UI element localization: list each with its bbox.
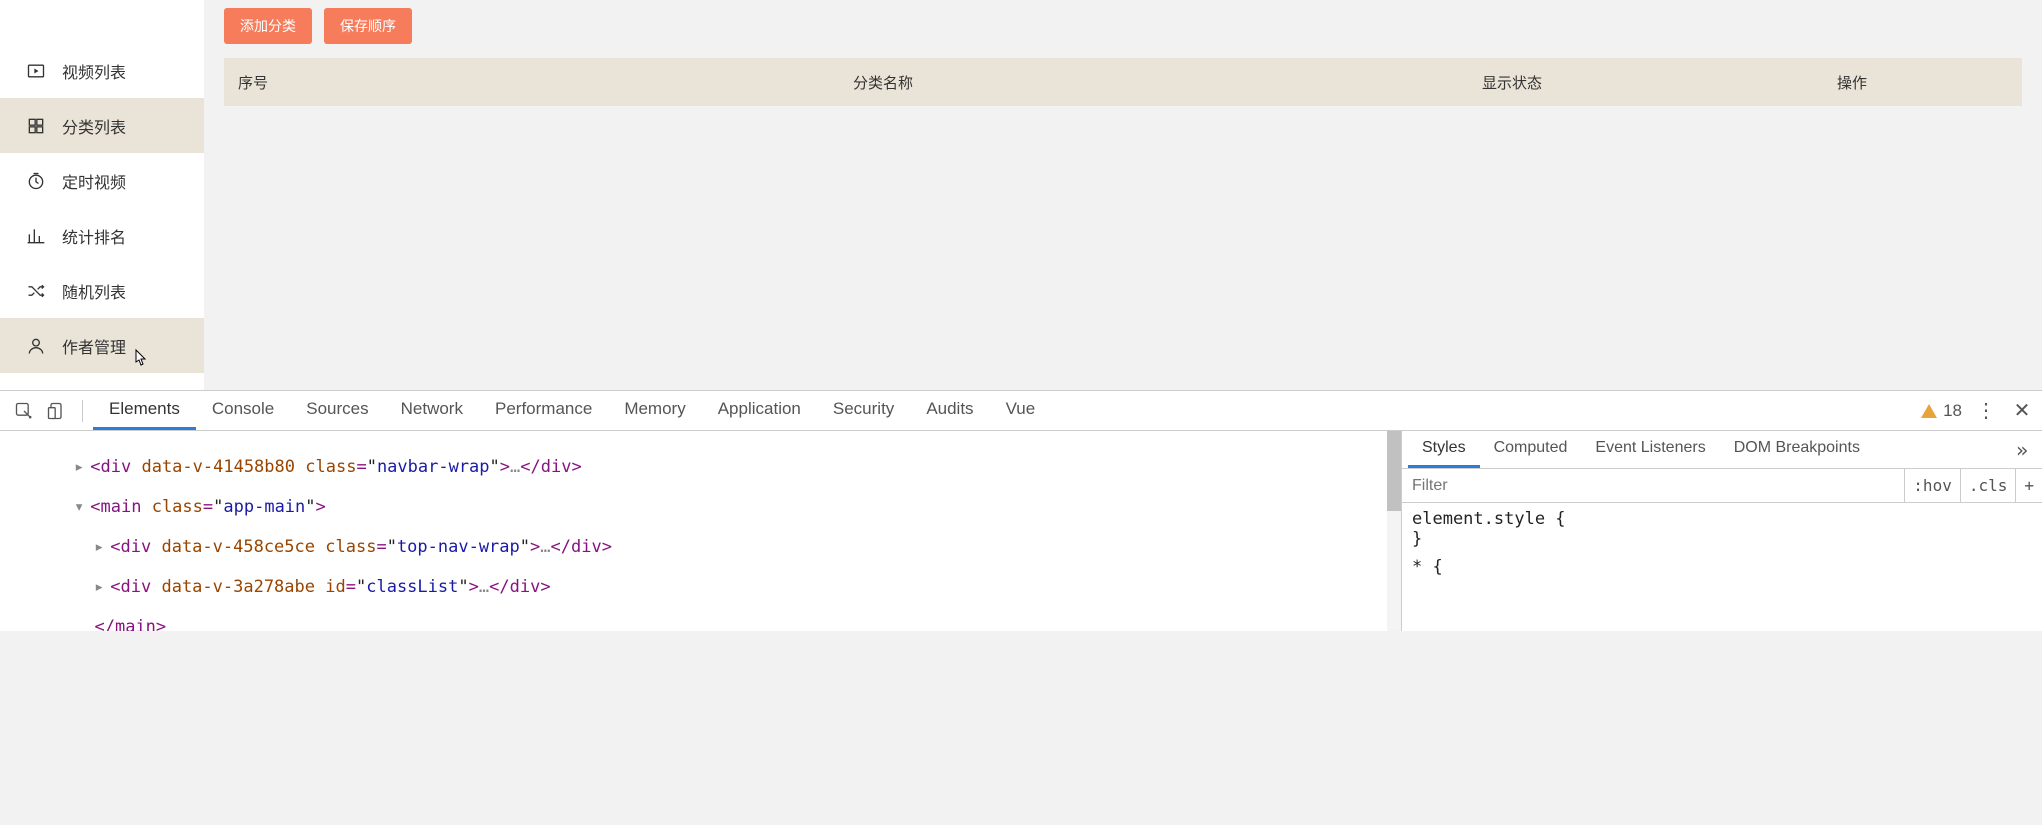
attr: data-v-41458b80 xyxy=(141,457,295,477)
elements-tree[interactable]: <div data-v-41458b80 class="navbar-wrap"… xyxy=(0,431,1402,631)
sidebar-item-label: 作者管理 xyxy=(62,334,126,358)
ellipsis: … xyxy=(510,457,520,477)
sidebar-item-timed-video[interactable]: 定时视频 xyxy=(0,153,204,208)
tab-sources[interactable]: Sources xyxy=(290,391,384,430)
attr-val: top-nav-wrap xyxy=(397,537,520,557)
styles-filter-row: :hov .cls + xyxy=(1402,469,2042,503)
save-order-button[interactable]: 保存顺序 xyxy=(324,8,412,44)
sidebar-item-label: 定时视频 xyxy=(62,169,126,193)
app-root: 视频列表 分类列表 定时视频 统计排名 随机列表 xyxy=(0,0,2042,390)
subtab-computed[interactable]: Computed xyxy=(1480,431,1582,468)
devtools-close-icon[interactable]: ✕ xyxy=(2010,399,2034,423)
separator xyxy=(82,400,83,422)
tab-security[interactable]: Security xyxy=(817,391,910,430)
th-action: 操作 xyxy=(1682,72,2022,93)
th-status: 显示状态 xyxy=(1342,72,1682,93)
th-index: 序号 xyxy=(224,72,424,93)
ellipsis: … xyxy=(540,537,550,557)
ellipsis: … xyxy=(479,577,489,597)
warning-icon xyxy=(1921,404,1937,418)
tab-elements[interactable]: Elements xyxy=(93,391,196,430)
tab-audits[interactable]: Audits xyxy=(910,391,989,430)
styles-tabs: Styles Computed Event Listeners DOM Brea… xyxy=(1402,431,2042,469)
grid-icon xyxy=(26,116,46,136)
attr-val: classList xyxy=(366,577,458,597)
styles-filter-input[interactable] xyxy=(1402,477,1904,495)
hov-toggle[interactable]: :hov xyxy=(1904,469,1960,502)
attr-val: navbar-wrap xyxy=(377,457,490,477)
table-header-row: 序号 分类名称 显示状态 操作 xyxy=(224,58,2022,106)
style-line: } xyxy=(1412,529,2032,549)
sidebar-item-statistics[interactable]: 统计排名 xyxy=(0,208,204,263)
tab-memory[interactable]: Memory xyxy=(608,391,701,430)
sidebar: 视频列表 分类列表 定时视频 统计排名 随机列表 xyxy=(0,0,204,390)
devtools-tabs: Elements Console Sources Network Perform… xyxy=(0,391,2042,431)
sidebar-item-label: 统计排名 xyxy=(62,224,126,248)
attr-val: app-main xyxy=(223,497,305,517)
user-icon xyxy=(26,336,46,356)
tab-vue[interactable]: Vue xyxy=(990,391,1052,430)
sidebar-item-random-list[interactable]: 随机列表 xyxy=(0,263,204,318)
attr: data-v-3a278abe xyxy=(161,577,315,597)
styles-more-icon[interactable]: » xyxy=(2008,438,2036,462)
devtools-body: <div data-v-41458b80 class="navbar-wrap"… xyxy=(0,431,2042,631)
shuffle-icon xyxy=(26,281,46,301)
cls-toggle[interactable]: .cls xyxy=(1960,469,2016,502)
tab-console[interactable]: Console xyxy=(196,391,290,430)
play-icon xyxy=(26,61,46,81)
clock-icon xyxy=(26,171,46,191)
subtab-styles[interactable]: Styles xyxy=(1408,431,1480,468)
device-toggle-icon[interactable] xyxy=(40,395,72,427)
sidebar-item-category-list[interactable]: 分类列表 xyxy=(0,98,204,153)
chart-icon xyxy=(26,226,46,246)
tab-network[interactable]: Network xyxy=(385,391,479,430)
attr: data-v-458ce5ce xyxy=(161,537,315,557)
new-style-button[interactable]: + xyxy=(2015,469,2042,502)
sidebar-item-label: 视频列表 xyxy=(62,59,126,83)
main-content: 添加分类 保存顺序 序号 分类名称 显示状态 操作 xyxy=(204,0,2042,390)
toolbar: 添加分类 保存顺序 xyxy=(224,0,2022,58)
devtools-more-icon[interactable]: ⋮ xyxy=(1974,399,1998,423)
subtab-dom-breakpoints[interactable]: DOM Breakpoints xyxy=(1720,431,1874,468)
devtools-panel: Elements Console Sources Network Perform… xyxy=(0,390,2042,631)
warning-count[interactable]: 18 xyxy=(1921,401,1962,421)
add-category-button[interactable]: 添加分类 xyxy=(224,8,312,44)
style-line: * { xyxy=(1412,557,2032,577)
sidebar-item-label: 随机列表 xyxy=(62,279,126,303)
styles-body[interactable]: element.style { } * { xyxy=(1402,503,2042,583)
sidebar-item-author-manage[interactable]: 作者管理 xyxy=(0,318,204,373)
tab-application[interactable]: Application xyxy=(702,391,817,430)
inspect-icon[interactable] xyxy=(8,395,40,427)
elements-scrollbar[interactable] xyxy=(1387,431,1401,631)
subtab-event-listeners[interactable]: Event Listeners xyxy=(1581,431,1719,468)
tab-performance[interactable]: Performance xyxy=(479,391,608,430)
th-name: 分类名称 xyxy=(424,72,1342,93)
category-table: 序号 分类名称 显示状态 操作 xyxy=(224,58,2022,106)
warning-number: 18 xyxy=(1943,401,1962,421)
sidebar-item-video-list[interactable]: 视频列表 xyxy=(0,43,204,98)
devtools-right: 18 ⋮ ✕ xyxy=(1921,399,2034,423)
sidebar-item-label: 分类列表 xyxy=(62,114,126,138)
styles-panel: Styles Computed Event Listeners DOM Brea… xyxy=(1402,431,2042,631)
scrollbar-thumb[interactable] xyxy=(1387,431,1401,511)
style-line: element.style { xyxy=(1412,509,2032,529)
